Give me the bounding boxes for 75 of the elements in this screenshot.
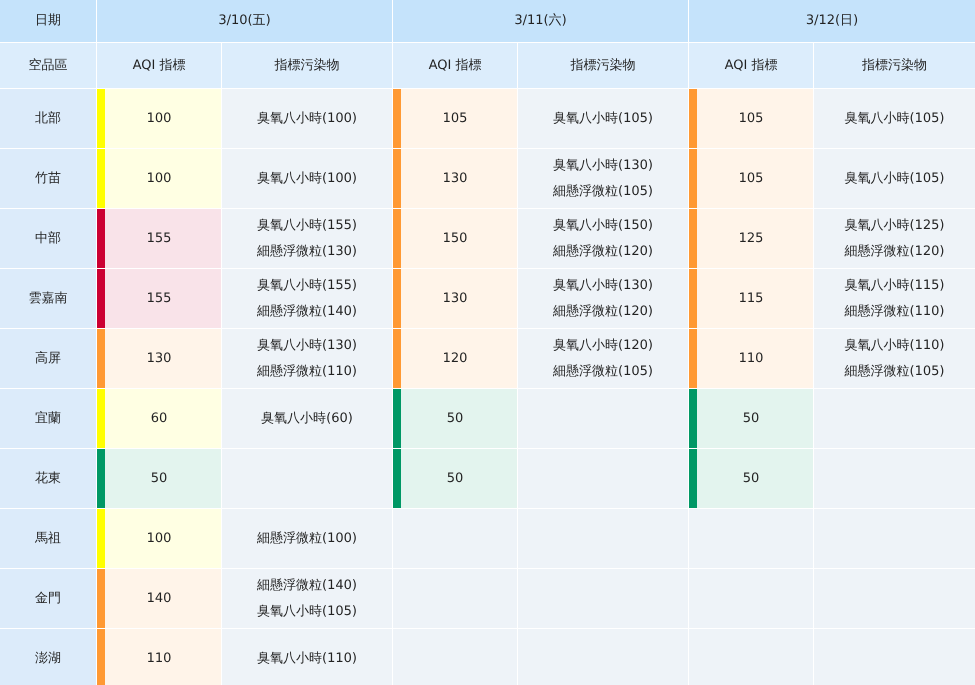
pollutant-text: 細懸浮微粒(105) bbox=[844, 362, 944, 380]
aqi-value: 100 bbox=[146, 170, 172, 188]
aqi-value: 105 bbox=[442, 110, 468, 128]
pollutant-text: 臭氧八小時(100) bbox=[257, 170, 357, 188]
pollutant-text: 細懸浮微粒(140) bbox=[257, 302, 357, 320]
aqi-value: 105 bbox=[738, 110, 764, 128]
aqi-value: 100 bbox=[146, 530, 172, 548]
pollutant-text: 細懸浮微粒(130) bbox=[257, 242, 357, 260]
pollutant-text: 臭氧八小時(105) bbox=[257, 602, 357, 620]
pollutant-text: 臭氧八小時(125) bbox=[844, 216, 944, 234]
aqi-value: 130 bbox=[146, 350, 172, 368]
table-cell: 竹苗 bbox=[0, 149, 96, 208]
header-cell: 3/10(五) bbox=[97, 0, 392, 42]
table-cell: 北部 bbox=[0, 89, 96, 148]
pollutant-text: 細懸浮微粒(105) bbox=[553, 182, 653, 200]
pollutant-text: 細懸浮微粒(120) bbox=[553, 302, 653, 320]
pollutant-text: 細懸浮微粒(100) bbox=[257, 530, 357, 548]
aqi-value: 50 bbox=[446, 410, 464, 428]
aqi-value: 105 bbox=[738, 170, 764, 188]
aqi-value: 115 bbox=[738, 290, 764, 308]
pollutant-text: 臭氧八小時(105) bbox=[844, 110, 944, 128]
header-cell: 日期 bbox=[0, 0, 96, 42]
table-cell: 中部 bbox=[0, 209, 96, 268]
pollutant-text: 臭氧八小時(130) bbox=[257, 336, 357, 354]
pollutant-text: 臭氧八小時(60) bbox=[261, 410, 353, 428]
table-cell: 高屏 bbox=[0, 329, 96, 388]
header-cell: AQI 指標 bbox=[97, 43, 221, 88]
pollutant-text: 臭氧八小時(110) bbox=[844, 336, 944, 354]
pollutant-text: 細懸浮微粒(105) bbox=[553, 362, 653, 380]
pollutant-text: 臭氧八小時(100) bbox=[257, 110, 357, 128]
aqi-value: 155 bbox=[146, 230, 172, 248]
aqi-value: 155 bbox=[146, 290, 172, 308]
aqi-value: 50 bbox=[446, 470, 464, 488]
pollutant-text: 細懸浮微粒(140) bbox=[257, 576, 357, 594]
pollutant-text: 臭氧八小時(115) bbox=[844, 276, 944, 294]
aqi-value: 50 bbox=[150, 470, 168, 488]
pollutant-text: 細懸浮微粒(110) bbox=[844, 302, 944, 320]
aqi-value: 140 bbox=[146, 590, 172, 608]
pollutant-text: 臭氧八小時(105) bbox=[844, 170, 944, 188]
table-cell: 金門 bbox=[0, 569, 96, 628]
header-cell: 指標污染物 bbox=[222, 43, 392, 88]
pollutant-text: 臭氧八小時(155) bbox=[257, 276, 357, 294]
aqi-value: 130 bbox=[442, 290, 468, 308]
header-cell: AQI 指標 bbox=[689, 43, 813, 88]
pollutant-text: 細懸浮微粒(110) bbox=[257, 362, 357, 380]
header-cell: 指標污染物 bbox=[814, 43, 975, 88]
aqi-value: 130 bbox=[442, 170, 468, 188]
pollutant-text: 臭氧八小時(130) bbox=[553, 276, 653, 294]
table-cell: 澎湖 bbox=[0, 629, 96, 685]
table-cell: 宜蘭 bbox=[0, 389, 96, 448]
aqi-value: 50 bbox=[742, 410, 760, 428]
aqi-value: 110 bbox=[738, 350, 764, 368]
aqi-value: 100 bbox=[146, 110, 172, 128]
header-cell: AQI 指標 bbox=[393, 43, 517, 88]
table-cell: 花東 bbox=[0, 449, 96, 508]
header-cell: 空品區 bbox=[0, 43, 96, 88]
pollutant-text: 細懸浮微粒(120) bbox=[844, 242, 944, 260]
aqi-value: 110 bbox=[146, 650, 172, 668]
table-cell: 馬祖 bbox=[0, 509, 96, 568]
aqi-value: 120 bbox=[442, 350, 468, 368]
pollutant-text: 細懸浮微粒(120) bbox=[553, 242, 653, 260]
pollutant-text: 臭氧八小時(155) bbox=[257, 216, 357, 234]
aqi-value: 50 bbox=[742, 470, 760, 488]
aqi-value: 60 bbox=[150, 410, 168, 428]
header-cell: 3/12(日) bbox=[689, 0, 975, 42]
header-cell: 3/11(六) bbox=[393, 0, 688, 42]
pollutant-text: 臭氧八小時(130) bbox=[553, 156, 653, 174]
pollutant-text: 臭氧八小時(150) bbox=[553, 216, 653, 234]
header-cell: 指標污染物 bbox=[518, 43, 688, 88]
aqi-value: 125 bbox=[738, 230, 764, 248]
table-cell: 雲嘉南 bbox=[0, 269, 96, 328]
pollutant-text: 臭氧八小時(120) bbox=[553, 336, 653, 354]
pollutant-text: 臭氧八小時(110) bbox=[257, 650, 357, 668]
aqi-value: 150 bbox=[442, 230, 468, 248]
pollutant-text: 臭氧八小時(105) bbox=[553, 110, 653, 128]
